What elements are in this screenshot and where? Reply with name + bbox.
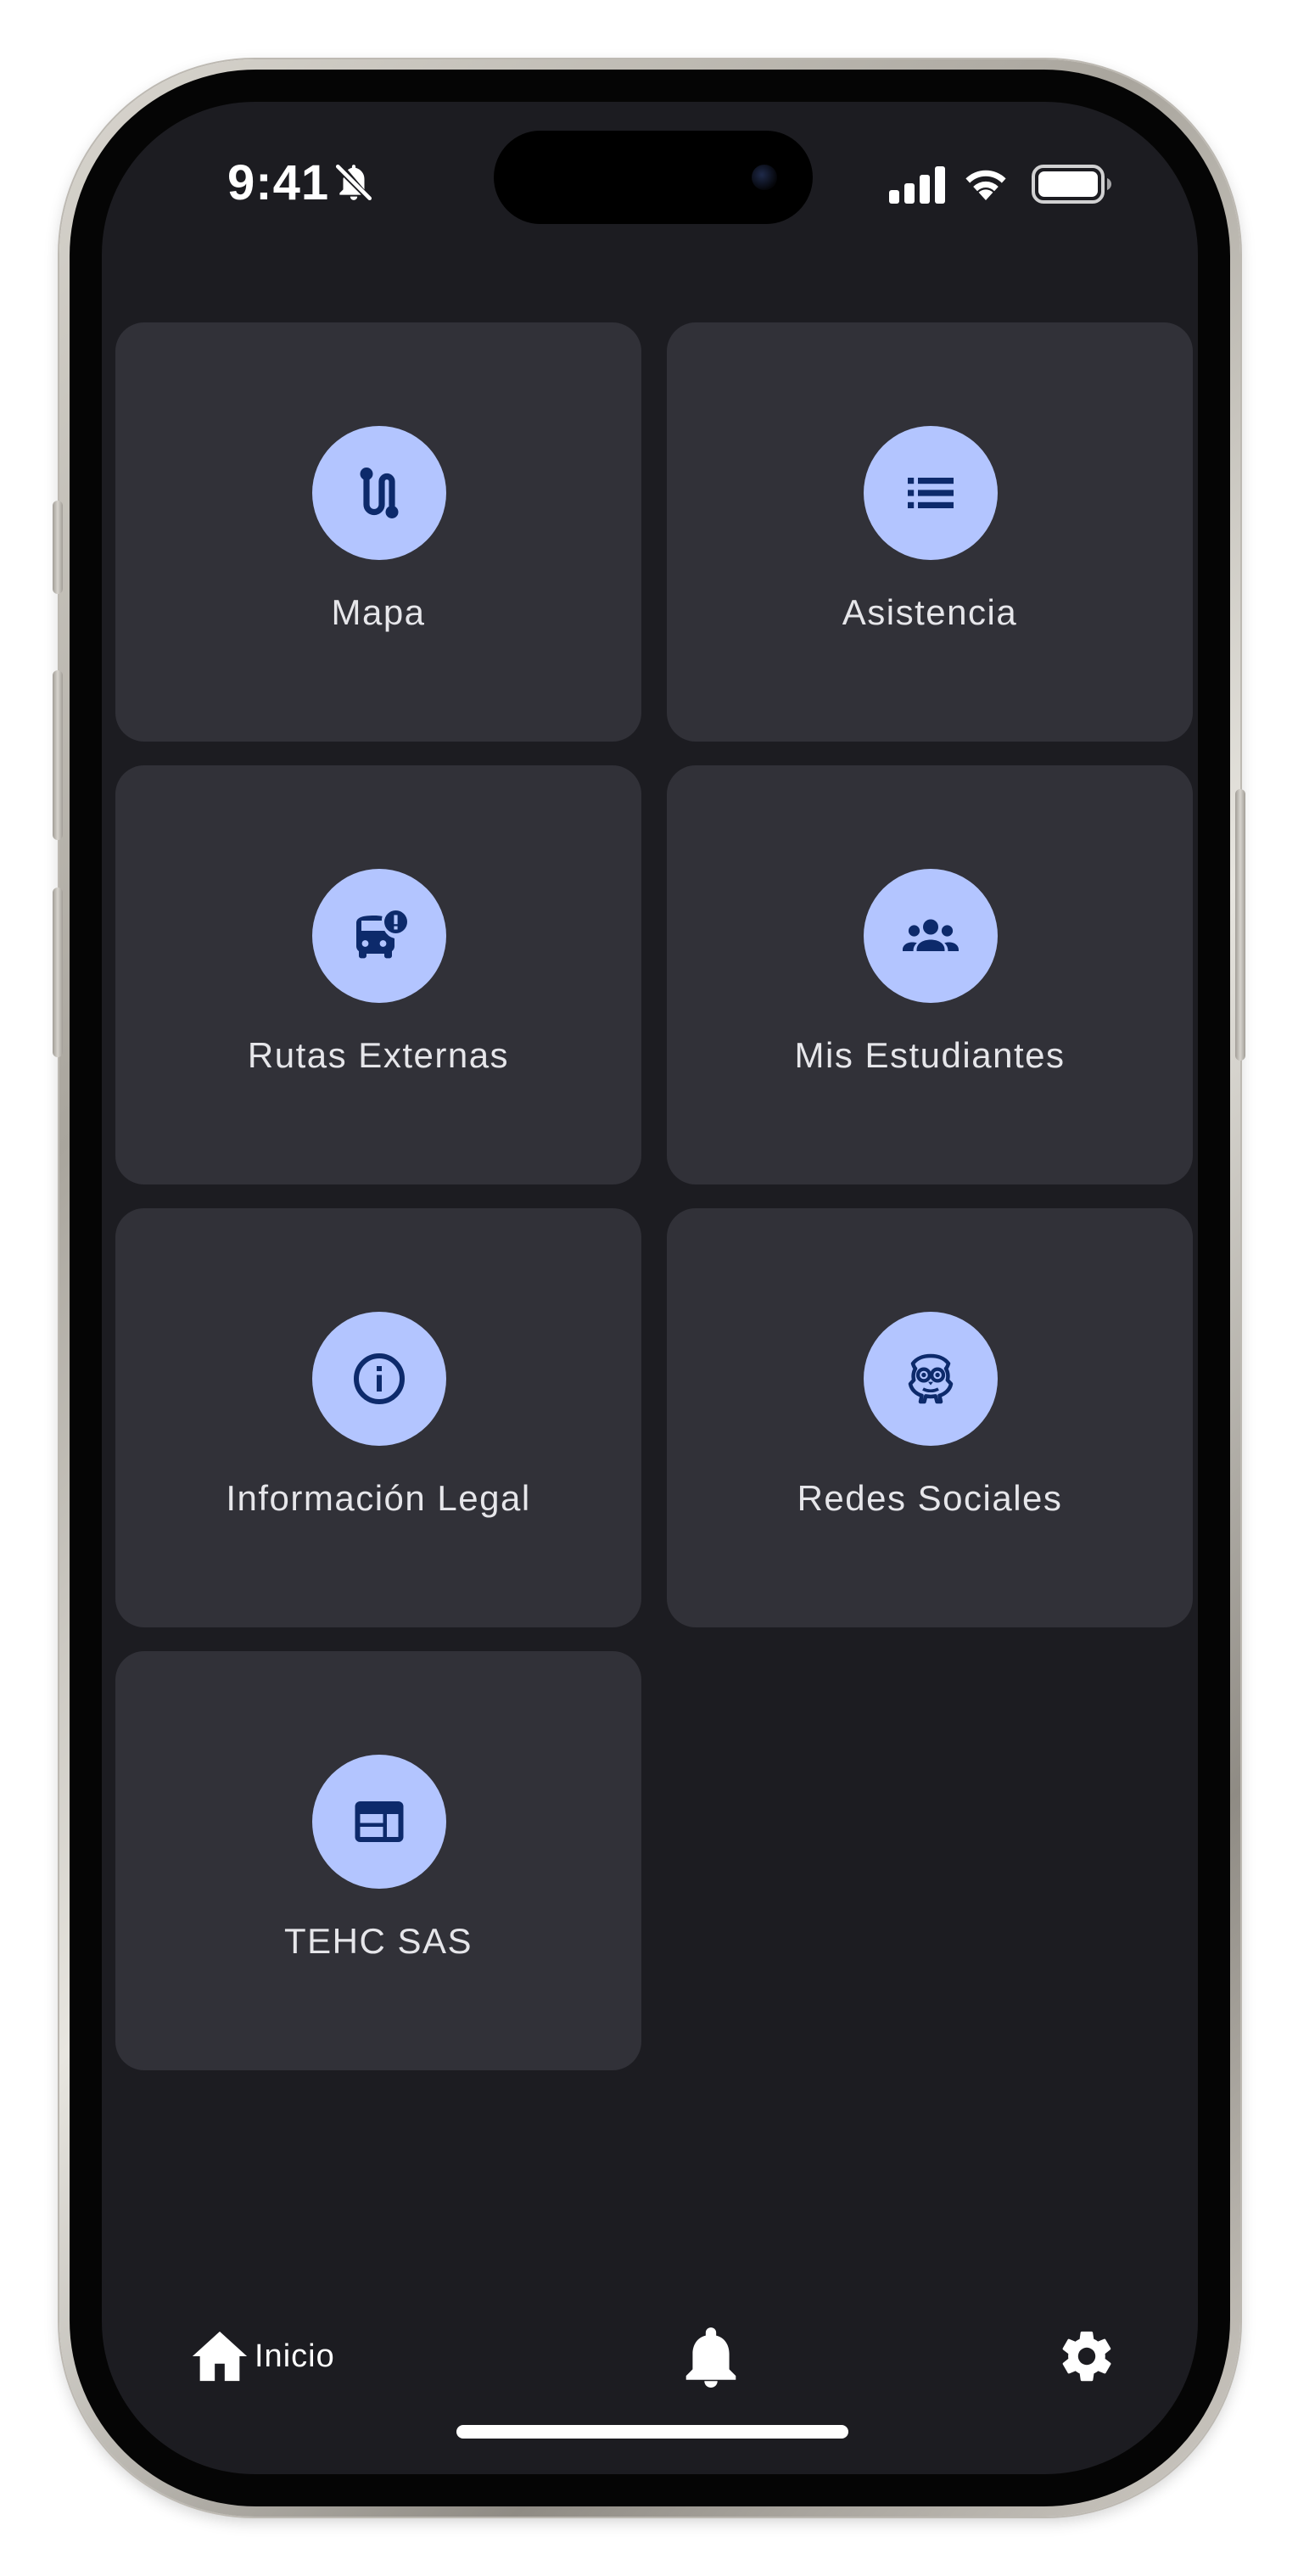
tile-icon-circle	[864, 869, 998, 1003]
bell-icon[interactable]	[684, 2325, 738, 2388]
gear-icon[interactable]	[1057, 2327, 1116, 2386]
info-icon	[354, 1353, 405, 1404]
tile-tehc-sas[interactable]: TEHC SAS	[115, 1651, 641, 2070]
dynamic-island	[494, 131, 813, 224]
tile-label: Redes Sociales	[797, 1478, 1063, 1518]
nav-home-button[interactable]: Inicio	[190, 2327, 335, 2386]
tile-mis-estudiantes[interactable]: Mis Estudiantes	[667, 765, 1193, 1184]
tile-icon-circle	[864, 1312, 998, 1446]
nav-home-label: Inicio	[255, 2338, 335, 2374]
home-icon	[192, 2331, 248, 2382]
power-button	[1235, 789, 1245, 1061]
tile-informacion-legal[interactable]: Información Legal	[115, 1208, 641, 1627]
tile-label: Mapa	[331, 592, 426, 632]
tile-mapa[interactable]: Mapa	[115, 322, 641, 742]
route-icon	[360, 468, 399, 518]
volume-down-button	[53, 888, 63, 1057]
group-icon	[903, 919, 959, 951]
action-button	[53, 501, 63, 594]
bottom-navigation: Inicio	[102, 2279, 1198, 2474]
tile-icon-circle	[312, 1312, 446, 1446]
tile-icon-circle	[864, 426, 998, 560]
tile-icon-circle	[312, 869, 446, 1003]
tile-asistencia[interactable]: Asistencia	[667, 322, 1193, 742]
volume-up-button	[53, 670, 63, 840]
web-window-icon	[355, 1801, 404, 1842]
tile-label: Asistencia	[842, 592, 1018, 632]
tile-rutas-externas[interactable]: Rutas Externas	[115, 765, 641, 1184]
app-screen: 9:41 Mapa Asistencia Rutas Externas Mis …	[102, 102, 1198, 2474]
battery-icon	[1032, 165, 1111, 204]
wifi-icon	[965, 170, 1006, 200]
bell-slash-icon	[335, 164, 372, 201]
tile-icon-circle	[312, 1755, 446, 1889]
tile-label: TEHC SAS	[283, 1921, 473, 1961]
list-icon	[908, 478, 954, 508]
tile-label: Rutas Externas	[247, 1035, 510, 1075]
status-bar: 9:41	[102, 102, 1198, 272]
front-camera	[752, 165, 777, 190]
tile-label: Mis Estudiantes	[794, 1035, 1066, 1075]
bus-alert-icon	[356, 910, 407, 959]
tile-redes-sociales[interactable]: Redes Sociales	[667, 1208, 1193, 1627]
tile-icon-circle	[312, 426, 446, 560]
home-indicator	[456, 2425, 848, 2439]
cellular-signal-icon	[889, 166, 945, 204]
owl-mascot-icon	[908, 1353, 954, 1404]
tile-label: Información Legal	[226, 1478, 531, 1518]
status-time: 9:41	[227, 155, 330, 210]
